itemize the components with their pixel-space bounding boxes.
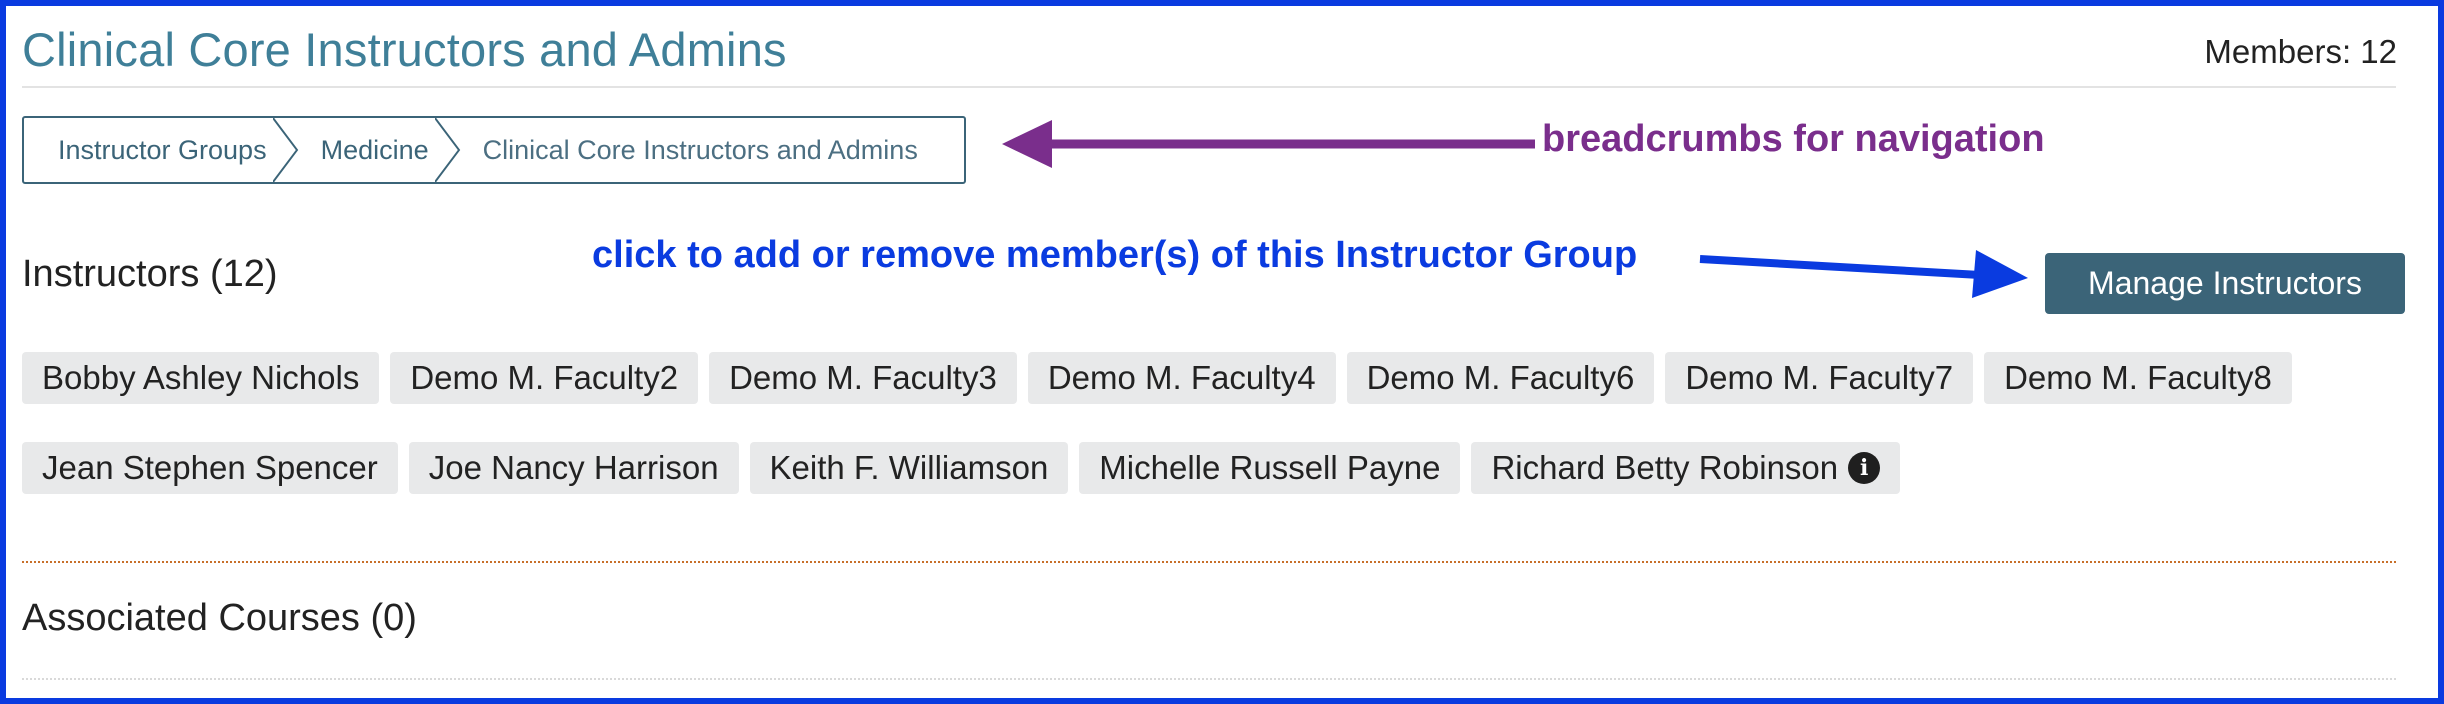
instructor-chip: Demo M. Faculty6 [1346,352,1655,404]
instructors-title: Instructors (12) [22,253,278,295]
instructor-chip: Jean Stephen Spencer [22,442,398,494]
bottom-divider [22,678,2396,680]
instructor-list-row-1: Bobby Ashley Nichols Demo M. Faculty2 De… [22,352,2292,404]
instructor-chip: Demo M. Faculty7 [1665,352,1974,404]
purple-arrow-icon [1002,120,1535,168]
breadcrumb-label: Medicine [320,134,429,165]
associated-courses-title: Associated Courses (0) [22,597,417,639]
breadcrumb-instructor-groups[interactable]: Instructor Groups [24,118,298,182]
title-divider [22,86,2396,88]
breadcrumb: Instructor Groups Medicine Clinical Core… [22,116,966,184]
breadcrumbs-annotation: breadcrumbs for navigation [1542,118,2045,160]
instructor-chip: Keith F. Williamson [749,442,1069,494]
instructor-list-row-2: Jean Stephen Spencer Joe Nancy Harrison … [22,442,1901,494]
page-title: Clinical Core Instructors and Admins [22,23,787,76]
manage-annotation: click to add or remove member(s) of this… [592,234,1638,276]
instructor-chip: Joe Nancy Harrison [408,442,739,494]
section-divider [22,561,2396,563]
members-count: Members: 12 [2204,33,2397,70]
breadcrumb-medicine[interactable]: Medicine [287,118,460,182]
instructor-chip: Michelle Russell Payne [1079,442,1461,494]
info-circle-icon[interactable]: i [1848,452,1881,484]
instructor-chip: Demo M. Faculty8 [1984,352,2292,404]
breadcrumb-current: Clinical Core Instructors and Admins [449,118,938,182]
breadcrumb-label: Instructor Groups [58,134,267,165]
instructor-chip-with-info: Richard Betty Robinson i [1471,442,1901,494]
instructor-chip: Bobby Ashley Nichols [22,352,380,404]
breadcrumb-label: Clinical Core Instructors and Admins [482,134,918,165]
instructor-chip: Demo M. Faculty3 [709,352,1017,404]
manage-instructors-button[interactable]: Manage Instructors [2045,253,2405,314]
instructor-chip: Demo M. Faculty4 [1027,352,1336,404]
instructor-name: Richard Betty Robinson [1491,449,1839,486]
blue-arrow-icon [1699,250,2028,298]
instructor-chip: Demo M. Faculty2 [390,352,699,404]
